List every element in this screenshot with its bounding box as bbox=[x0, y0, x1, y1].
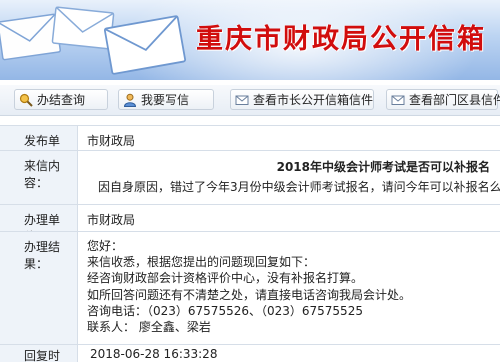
reply-line: 经咨询财政部会计资格评价中心，没有补报名打算。 bbox=[87, 271, 364, 286]
user-icon bbox=[123, 93, 137, 107]
reply-time-value: 2018-06-28 16:33:28 bbox=[90, 347, 218, 361]
envelope-icon bbox=[391, 93, 405, 107]
toolbar: 办结查询 我要写信 查看市长公开信箱信件 查看部门区县信件 bbox=[0, 85, 500, 116]
sender-value: 市财政局 bbox=[87, 134, 136, 148]
envelope-icon bbox=[100, 12, 190, 78]
reply-line: 您好： bbox=[87, 239, 124, 253]
query-completed-label: 办结查询 bbox=[37, 93, 86, 107]
reply-text: 您好： 来信收悉，根据您提出的问题现回复如下： 经咨询财政部会计资格评价中心，没… bbox=[87, 238, 411, 335]
reply-line: 咨询电话：（023）67575526、（023）67575525 bbox=[87, 303, 363, 318]
mayor-letters-button[interactable]: 查看市长公开信箱信件 bbox=[230, 89, 374, 110]
letter-body: 因自身原因，错过了今年3月份中级会计师考试报名，请问今年可以补报名么？ bbox=[98, 180, 500, 194]
result-label: 办理结果： bbox=[0, 232, 78, 344]
reply-line: 联系人： 廖全鑫、梁岩 bbox=[87, 319, 211, 334]
page: 重庆市财政局公开信箱 办结查询 我要写信 查看市长公开信箱信件 查看部门区县信件… bbox=[0, 0, 500, 362]
department-letters-label: 查看部门区县信件 bbox=[409, 93, 500, 107]
write-letter-button[interactable]: 我要写信 bbox=[118, 89, 214, 110]
banner-title: 重庆市财政局公开信箱 bbox=[196, 24, 486, 55]
reply-time-label: 回复时间： bbox=[0, 345, 78, 362]
header-banner: 重庆市财政局公开信箱 bbox=[0, 0, 500, 80]
mayor-letters-label: 查看市长公开信箱信件 bbox=[253, 93, 374, 107]
query-completed-button[interactable]: 办结查询 bbox=[14, 89, 108, 110]
letter-content: 2018年中级会计师考试是否可以补报名 因自身原因，错过了今年3月份中级会计师考… bbox=[78, 151, 500, 204]
handler-label: 办理单位： bbox=[0, 205, 78, 244]
sender-label: 发布单位： bbox=[0, 126, 78, 165]
write-letter-label: 我要写信 bbox=[141, 93, 190, 107]
result-row: 办理结果： 您好： 来信收悉，根据您提出的问题现回复如下： 经咨询财政部会计资格… bbox=[0, 232, 500, 344]
sender-row: 发布单位： 市财政局 bbox=[0, 126, 500, 165]
reply-time-row: 回复时间： 2018-06-28 16:33:28 bbox=[0, 345, 500, 362]
handler-value: 市财政局 bbox=[87, 213, 136, 227]
letter-subject: 2018年中级会计师考试是否可以补报名 bbox=[276, 160, 490, 174]
letter-row: 来信内容： 2018年中级会计师考试是否可以补报名 因自身原因，错过了今年3月份… bbox=[0, 151, 500, 204]
result-content: 您好： 来信收悉，根据您提出的问题现回复如下： 经咨询财政部会计资格评价中心，没… bbox=[78, 232, 500, 344]
department-letters-button[interactable]: 查看部门区县信件 bbox=[386, 89, 500, 110]
letter-label: 来信内容： bbox=[0, 151, 78, 204]
reply-line: 如所回答问题还有不清楚之处，请直接电话咨询我局会计处。 bbox=[87, 287, 412, 302]
magnifier-icon bbox=[19, 93, 33, 107]
reply-line: 来信收悉，根据您提出的问题现回复如下： bbox=[87, 255, 316, 270]
envelope-icon bbox=[235, 93, 249, 107]
handler-row: 办理单位： 市财政局 bbox=[0, 205, 500, 244]
